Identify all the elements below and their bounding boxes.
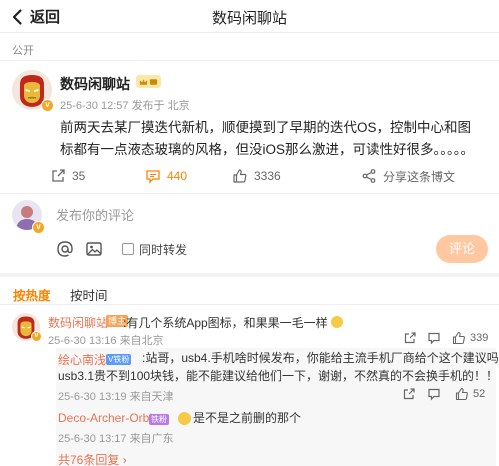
comment-author-name[interactable]: 数码闲聊站	[48, 314, 108, 331]
thumbs-up-icon	[233, 169, 247, 183]
reply-like-count: 52	[473, 388, 486, 400]
reply-meta: 25-6-30 13:19 来自天津	[58, 388, 174, 404]
post-author-name[interactable]: 数码闲聊站	[60, 74, 130, 94]
repost-icon	[52, 169, 65, 182]
replies-container: 绘心南浅 V铁粉 :站哥，usb4.手机啥时候发布，你能给主流手机厂商给个这个建…	[56, 348, 499, 466]
reply-share-icon	[404, 332, 416, 344]
reply-location: 来自广东	[129, 433, 174, 445]
at-mention-icon[interactable]	[56, 240, 74, 258]
page-title: 数码闲聊站	[211, 10, 287, 27]
chevron-right-icon: ›	[122, 453, 127, 466]
fan-badge: V铁粉	[106, 354, 132, 365]
reply-share-icon	[403, 388, 415, 400]
reply-meta: 25-6-30 13:17 来自广东	[58, 430, 174, 446]
divider	[0, 60, 499, 61]
verified-badge-icon: v	[41, 99, 54, 112]
tab-sort-time[interactable]: 按时间	[70, 285, 108, 304]
share-icon	[362, 169, 376, 183]
comment-text-body: :有几个系统App图标，和果果一毛一样	[123, 316, 328, 330]
more-replies-label: 共76条回复	[58, 453, 120, 466]
thumbs-up-icon	[452, 331, 465, 345]
comment-meta: 25-6-30 13:16 来自北京	[48, 332, 164, 348]
vip-badge-icon	[136, 75, 161, 88]
like-count: 3336	[254, 169, 281, 183]
post-text: 前两天去某厂摸迭代新机，顺便摸到了早期的迭代OS，控制中心和图标都有一点液态玻璃…	[60, 120, 475, 157]
reply-text-line: :站哥，usb4.手机啥时候发布，你能给主流手机厂商给个这个建议吗，比	[142, 351, 499, 365]
comment-text: :有几个系统App图标，和果果一毛一样	[123, 314, 344, 331]
top-bar: 返回 数码闲聊站	[0, 0, 499, 32]
comment-location: 来自北京	[119, 335, 164, 347]
reply-author-name[interactable]: Deco-Archer-Orbi	[58, 411, 152, 425]
comment-input[interactable]: 发布你的评论	[56, 205, 134, 224]
comment-icon	[428, 388, 440, 401]
comment-count: 440	[167, 169, 188, 183]
post-time: 25-6-30 12:57	[60, 100, 129, 112]
divider	[0, 32, 499, 33]
reply-time: 25-6-30 13:17	[58, 433, 127, 445]
like-button[interactable]: 3336	[232, 166, 281, 186]
reply-like-button[interactable]: 52	[455, 387, 485, 401]
tab-sort-hot[interactable]: 按热度	[13, 285, 51, 304]
divider	[0, 304, 499, 305]
more-replies-link[interactable]: 共76条回复 ›	[58, 451, 127, 466]
thumbs-up-icon	[455, 387, 468, 401]
reply-text: 是不是之前删的那个	[193, 411, 302, 425]
comment-icon	[428, 332, 440, 345]
reply-text-line: usb3.1贵不到100块钱，能不能建议给他们一下，谢谢，不然真的不会换手机的！…	[58, 369, 499, 383]
comment-button[interactable]: 440	[145, 166, 187, 186]
verified-badge-icon: v	[32, 221, 45, 234]
reply-share-button[interactable]	[402, 387, 416, 401]
image-icon[interactable]	[85, 240, 103, 258]
submit-comment-button[interactable]: 评论	[436, 235, 488, 263]
reply-location: 来自天津	[129, 391, 174, 403]
comment-like-count: 339	[470, 332, 489, 344]
repost-checkbox[interactable]	[122, 243, 134, 255]
reply-time: 25-6-30 13:19	[58, 391, 127, 403]
smile-emoji-icon	[331, 316, 344, 328]
verified-badge-icon: v	[31, 331, 42, 342]
post-meta: 25-6-30 12:57 发布于 北京	[60, 97, 190, 113]
repost-count: 35	[72, 169, 86, 183]
post-source: 发布于 北京	[131, 100, 190, 112]
comment-icon	[146, 170, 160, 184]
reply-comment-button[interactable]	[427, 387, 441, 401]
share-label: 分享这条博文	[383, 169, 456, 184]
emoji-icon	[178, 412, 191, 425]
comment-reply-button[interactable]	[427, 331, 441, 345]
comment-like-button[interactable]: 339	[452, 331, 488, 345]
divider	[0, 193, 499, 194]
reply-author-name[interactable]: 绘心南浅	[58, 351, 106, 368]
section-separator	[0, 273, 499, 277]
repost-button[interactable]: 35	[50, 166, 85, 186]
repost-checkbox-label[interactable]: 同时转发	[139, 241, 187, 258]
comment-reply-button[interactable]	[403, 331, 417, 345]
visibility-label: 公开	[12, 45, 34, 57]
share-button[interactable]: 分享这条博文	[361, 166, 455, 186]
fan-badge: 铁粉	[149, 414, 169, 425]
comment-time: 25-6-30 13:16	[48, 335, 117, 347]
